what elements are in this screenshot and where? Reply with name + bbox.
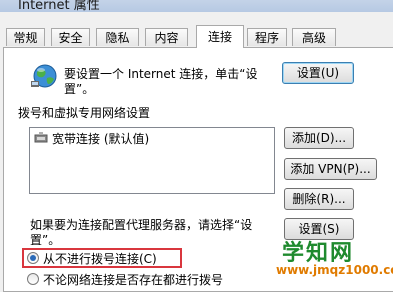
watermark-url: www.jmqz1000.com [276, 263, 393, 277]
never-dial-label[interactable]: 从不进行拨号连接(C) [43, 250, 157, 267]
setup-description-line2: 置”。 [64, 82, 95, 96]
tab-programs[interactable]: 程序 [247, 28, 287, 46]
tab-advanced[interactable]: 高级 [292, 28, 336, 46]
tab-content[interactable]: 内容 [145, 28, 188, 46]
proxy-description-line2: 置”。 [30, 233, 61, 247]
tab-strip: 常规 安全 隐私 内容 连接 程序 高级 [0, 12, 393, 48]
site-watermark: 学知网 www.jmqz1000.com [268, 235, 393, 285]
add-vpn-button[interactable]: 添加 VPN(P)... [284, 158, 377, 180]
broadband-connection-icon [34, 132, 48, 143]
tab-connections[interactable]: 连接 [196, 25, 244, 48]
setup-button[interactable]: 设置(U) [282, 62, 354, 84]
tab-security[interactable]: 安全 [51, 28, 90, 46]
connection-list-item[interactable]: 宽带连接 (默认值) [52, 130, 149, 147]
radio-selected-dot [30, 255, 36, 261]
globe-network-icon [31, 64, 57, 88]
tab-general[interactable]: 常规 [6, 28, 45, 46]
always-dial-radio[interactable] [27, 273, 39, 285]
connection-list[interactable]: 宽带连接 (默认值) [29, 127, 275, 194]
always-dial-label[interactable]: 不论网络连接是否存在都进行拨号 [43, 271, 223, 288]
remove-button[interactable]: 删除(R)... [284, 188, 354, 210]
tab-privacy[interactable]: 隐私 [96, 28, 139, 46]
dialup-vpn-heading: 拨号和虚拟专用网络设置 [18, 106, 151, 120]
window-title: Internet 属性 [18, 0, 100, 12]
proxy-description-line1: 如果要为连接配置代理服务器，请选择“设 [30, 218, 253, 232]
add-button[interactable]: 添加(D)... [284, 127, 354, 149]
never-dial-radio[interactable] [27, 252, 39, 264]
title-bar: Internet 属性 [0, 0, 393, 12]
